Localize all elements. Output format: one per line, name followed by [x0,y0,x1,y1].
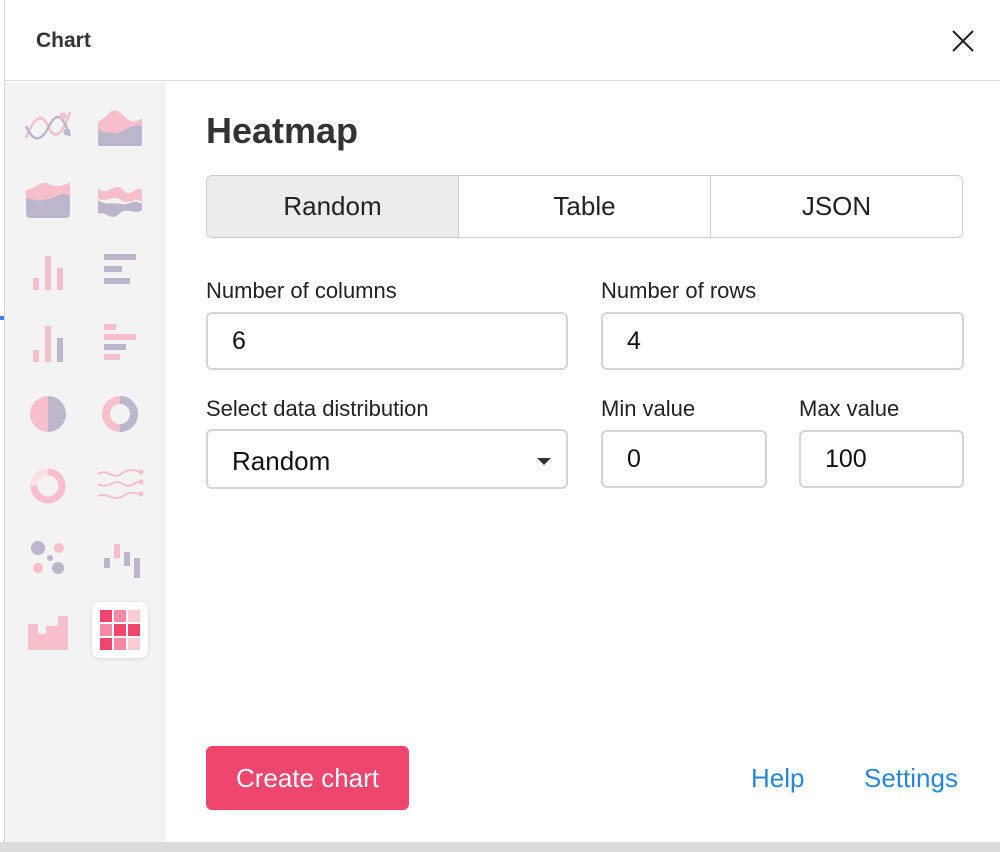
chart-type-title: Heatmap [206,110,359,151]
area-chart-icon[interactable] [92,98,148,154]
min-value-label: Min value [601,396,696,421]
columns-input[interactable] [206,312,568,370]
heatmap-settings-panel: Heatmap Random Table JSON Number of colu… [166,82,1000,842]
tab-table[interactable]: Table [459,176,711,237]
donut-chart-icon[interactable] [92,386,148,442]
tab-random[interactable]: Random [207,176,459,237]
horizontal-bar-chart-icon[interactable] [92,242,148,298]
close-icon [952,30,974,52]
bubble-chart-icon[interactable] [20,530,76,586]
stacked-area-chart-icon[interactable] [20,170,76,226]
distribution-label: Select data distribution [206,396,429,421]
heatmap-chart-icon[interactable] [92,602,148,658]
max-value-label: Max value [799,396,900,421]
data-source-tabs: Random Table JSON [206,175,963,238]
create-chart-button[interactable]: Create chart [206,746,409,810]
window-bottom-strip [0,842,1000,852]
close-button[interactable] [948,26,978,56]
wave-lines-chart-icon[interactable] [92,458,148,514]
columns-label: Number of columns [206,278,397,303]
column-chart-icon[interactable] [20,242,76,298]
streamgraph-chart-icon[interactable] [92,170,148,226]
line-chart-icon[interactable] [20,98,76,154]
grouped-column-chart-icon[interactable] [20,314,76,370]
step-area-chart-icon[interactable] [20,602,76,658]
chevron-down-icon [536,454,552,472]
max-value-input[interactable] [799,430,964,488]
dialog-title: Chart [36,29,91,52]
grouped-bar-chart-icon[interactable] [92,314,148,370]
rows-input[interactable] [601,312,964,370]
help-link[interactable]: Help [751,763,804,794]
waterfall-chart-icon[interactable] [92,530,148,586]
gauge-chart-icon[interactable] [20,458,76,514]
rows-label: Number of rows [601,278,757,303]
edge-marker [0,316,4,320]
distribution-select[interactable]: Random [206,429,568,489]
chart-type-sidebar [5,82,166,842]
pie-chart-icon[interactable] [20,386,76,442]
min-value-input[interactable] [601,430,767,488]
tab-json[interactable]: JSON [711,176,962,237]
distribution-selected-value: Random [232,446,331,476]
chart-dialog: Chart Heatmap Random Table JSON Number o… [5,0,1000,842]
dialog-header: Chart [5,0,1000,81]
settings-link[interactable]: Settings [864,763,958,794]
